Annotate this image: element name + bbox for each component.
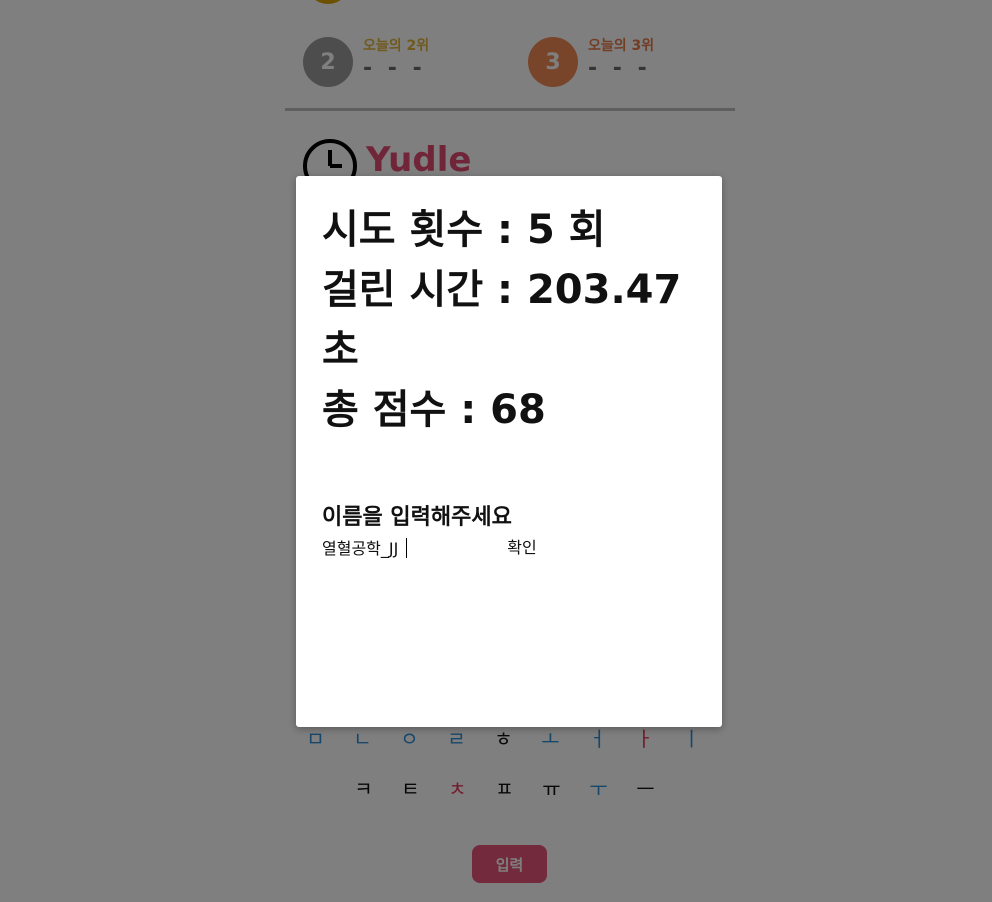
app-page: 2 오늘의 2위 - - - 3 오늘의 3위 - - - Yudle ㅁ ㄴ … bbox=[0, 0, 992, 902]
score-stat: 총 점수 : 68 bbox=[322, 387, 546, 433]
name-prompt: 이름을 입력해주세요 bbox=[322, 505, 512, 530]
name-input[interactable] bbox=[320, 535, 504, 559]
result-modal: 시도 횟수 : 5 회 걸린 시간 : 203.47 초 총 점수 : 68 이… bbox=[296, 176, 722, 727]
confirm-button[interactable]: 확인 bbox=[502, 533, 542, 559]
time-stat: 걸린 시간 : 203.47 bbox=[322, 267, 682, 313]
attempts-stat: 시도 횟수 : 5 회 bbox=[322, 207, 606, 253]
time-unit: 초 bbox=[322, 327, 359, 373]
text-cursor bbox=[406, 538, 407, 558]
